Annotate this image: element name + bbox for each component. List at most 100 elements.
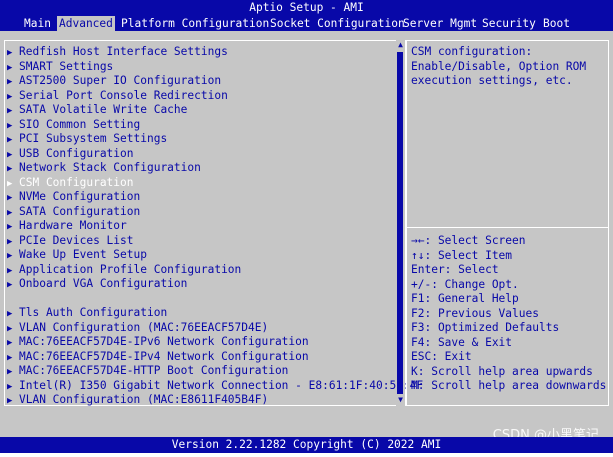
help-panel: CSM configuration: Enable/Disable, Optio… bbox=[406, 40, 609, 406]
scroll-down-icon[interactable]: ▼ bbox=[396, 396, 405, 404]
menu-item-label: Application Profile Configuration bbox=[19, 262, 242, 276]
menu-item-label: SMART Settings bbox=[19, 59, 114, 73]
menu-spacer bbox=[7, 292, 393, 307]
tab-server-mgmt[interactable]: Server Mgmt bbox=[401, 16, 479, 31]
menu-item[interactable]: ▶ Network Stack Configuration bbox=[7, 161, 393, 176]
help-divider bbox=[407, 227, 608, 228]
menu-item[interactable]: ▶ PCIe Devices List bbox=[7, 234, 393, 249]
help-description: CSM configuration: Enable/Disable, Optio… bbox=[411, 45, 587, 87]
menu-item-label: VLAN Configuration (MAC:76EEACF57D4E) bbox=[19, 320, 269, 334]
menu-item-label: Wake Up Event Setup bbox=[19, 248, 147, 261]
submenu-arrow-icon: ▶ bbox=[7, 352, 13, 363]
submenu-arrow-icon: ▶ bbox=[7, 178, 13, 189]
submenu-arrow-icon: ▶ bbox=[7, 251, 13, 261]
submenu-arrow-icon: ▶ bbox=[7, 236, 13, 247]
submenu-arrow-icon: ▶ bbox=[7, 77, 13, 87]
menu-item-label: SATA Volatile Write Cache bbox=[19, 103, 188, 116]
submenu-arrow-icon: ▶ bbox=[7, 367, 13, 377]
menu-item[interactable]: ▶ USB Configuration bbox=[7, 147, 393, 162]
menu-item[interactable]: ▶ MAC:76EEACF57D4E-IPv4 Network Configura… bbox=[7, 350, 393, 365]
menu-item[interactable]: ▶ SATA Volatile Write Cache bbox=[7, 103, 393, 118]
menu-item-label: MAC:76EEACF57D4E-HTTP Boot Configuration bbox=[19, 364, 289, 377]
key-legend-line: F3: Optimized Defaults bbox=[411, 321, 560, 334]
key-legend-line: F4: Save & Exit bbox=[411, 335, 513, 349]
key-legend: →←: Select Screen ↑↓: Select Item Enter: S… bbox=[411, 234, 606, 394]
key-legend-line: ↑↓: Select Item bbox=[411, 248, 513, 262]
submenu-arrow-icon: ▶ bbox=[7, 280, 13, 290]
bottom-strip bbox=[0, 453, 613, 457]
menu-item[interactable]: ▶ Serial Port Console Redirection bbox=[7, 89, 393, 104]
menu-list: ▶ Redfish Host Interface Settings ▶ SMART S… bbox=[7, 45, 423, 408]
submenu-arrow-icon: ▶ bbox=[7, 120, 13, 131]
menu-item-label: VLAN Configuration (MAC:E8611F405B4F) bbox=[19, 393, 269, 406]
tab-bar: Main Advanced Platform Configuration Soc… bbox=[0, 16, 613, 31]
menu-item[interactable]: ▶ Onboard VGA Configuration bbox=[7, 277, 393, 292]
menu-item[interactable]: ▶ SATA Configuration bbox=[7, 205, 393, 220]
submenu-arrow-icon: ▶ bbox=[7, 135, 13, 145]
submenu-arrow-icon: ▶ bbox=[7, 106, 13, 116]
key-legend-line: +/-: Change Opt. bbox=[411, 277, 519, 291]
menu-item-label: MAC:76EEACF57D4E-IPv4 Network Configurat… bbox=[19, 349, 309, 363]
tab-advanced[interactable]: Advanced bbox=[57, 16, 115, 31]
menu-item[interactable]: ▶ SIO Common Setting bbox=[7, 118, 393, 133]
menu-item-label: Network Stack Configuration bbox=[19, 161, 201, 174]
menu-item-label: USB Configuration bbox=[19, 146, 134, 160]
submenu-arrow-icon: ▶ bbox=[7, 164, 13, 174]
menu-item[interactable]: ▶ CSM Configuration bbox=[7, 176, 393, 191]
menu-item[interactable]: ▶ Hardware Monitor bbox=[7, 219, 393, 234]
menu-item-label: Tls Auth Configuration bbox=[19, 306, 168, 319]
scroll-up-icon[interactable]: ▲ bbox=[396, 41, 405, 49]
submenu-arrow-icon: ▶ bbox=[7, 338, 13, 348]
menu-item[interactable]: ▶ MAC:76EEACF57D4E-HTTP Boot Configuratio… bbox=[7, 364, 393, 379]
menu-item-label: AST2500 Super IO Configuration bbox=[19, 74, 222, 87]
key-legend-line: →←: Select Screen bbox=[411, 234, 526, 247]
menu-item-label: Hardware Monitor bbox=[19, 219, 127, 232]
submenu-arrow-icon: ▶ bbox=[7, 149, 13, 160]
bios-screen: Aptio Setup - AMI Main Advanced Platform… bbox=[0, 0, 613, 457]
submenu-arrow-icon: ▶ bbox=[7, 222, 13, 232]
menu-item-label: MAC:76EEACF57D4E-IPv6 Network Configurat… bbox=[19, 335, 309, 348]
key-legend-line: Enter: Select bbox=[411, 263, 499, 276]
submenu-arrow-icon: ▶ bbox=[7, 207, 13, 218]
window-title: Aptio Setup - AMI bbox=[0, 0, 613, 16]
menu-item[interactable]: ▶ Intel(R) I350 Gigabit Network Connectio… bbox=[7, 379, 423, 394]
menu-item-label: NVMe Configuration bbox=[19, 190, 141, 203]
tab-boot[interactable]: Boot bbox=[541, 16, 572, 31]
menu-item-label: SATA Configuration bbox=[19, 204, 141, 218]
menu-item[interactable]: ▶ Redfish Host Interface Settings bbox=[7, 45, 393, 60]
menu-item-label: SIO Common Setting bbox=[19, 117, 141, 131]
submenu-arrow-icon: ▶ bbox=[7, 396, 13, 406]
menu-item-label: CSM Configuration bbox=[19, 175, 134, 189]
menu-item-label: Redfish Host Interface Settings bbox=[19, 45, 228, 58]
tab-security[interactable]: Security bbox=[480, 16, 538, 31]
menu-item[interactable]: ▶ VLAN Configuration (MAC:76EEACF57D4E) bbox=[7, 321, 393, 336]
submenu-arrow-icon: ▶ bbox=[7, 62, 13, 73]
key-legend-line: M: Scroll help area downwards bbox=[411, 379, 607, 392]
submenu-arrow-icon: ▶ bbox=[7, 265, 13, 276]
submenu-arrow-icon: ▶ bbox=[7, 48, 13, 58]
menu-item-label: Intel(R) I350 Gigabit Network Connection… bbox=[19, 378, 424, 392]
tab-platform-configuration[interactable]: Platform Configuration bbox=[119, 16, 271, 31]
menu-item[interactable]: ▶ Application Profile Configuration bbox=[7, 263, 393, 278]
submenu-arrow-icon: ▶ bbox=[7, 193, 13, 203]
menu-item[interactable]: ▶ MAC:76EEACF57D4E-IPv6 Network Configura… bbox=[7, 335, 393, 350]
scroll-thumb[interactable] bbox=[397, 52, 403, 394]
key-legend-line: ESC: Exit bbox=[411, 350, 472, 363]
menu-item[interactable]: ▶ AST2500 Super IO Configuration bbox=[7, 74, 393, 89]
submenu-arrow-icon: ▶ bbox=[7, 309, 13, 319]
menu-item[interactable]: ▶ SMART Settings bbox=[7, 60, 393, 75]
tab-socket-configuration[interactable]: Socket Configuration bbox=[268, 16, 407, 31]
tab-main[interactable]: Main bbox=[22, 16, 53, 31]
footer-version: Version 2.22.1282 Copyright (C) 2022 AMI bbox=[0, 437, 613, 453]
menu-item[interactable]: ▶ Tls Auth Configuration bbox=[7, 306, 393, 321]
menu-item[interactable]: ▶ VLAN Configuration (MAC:E8611F405B4F) bbox=[7, 393, 393, 408]
menu-item-label: Onboard VGA Configuration bbox=[19, 277, 188, 290]
menu-item[interactable]: ▶ NVMe Configuration bbox=[7, 190, 393, 205]
submenu-arrow-icon: ▶ bbox=[7, 323, 13, 334]
menu-item-label: PCI Subsystem Settings bbox=[19, 132, 168, 145]
submenu-arrow-icon: ▶ bbox=[7, 381, 13, 392]
key-legend-line: F1: General Help bbox=[411, 292, 519, 305]
menu-item[interactable]: ▶ Wake Up Event Setup bbox=[7, 248, 393, 263]
menu-item[interactable]: ▶ PCI Subsystem Settings bbox=[7, 132, 393, 147]
menu-scrollbar[interactable]: ▲ ▼ bbox=[396, 40, 405, 406]
